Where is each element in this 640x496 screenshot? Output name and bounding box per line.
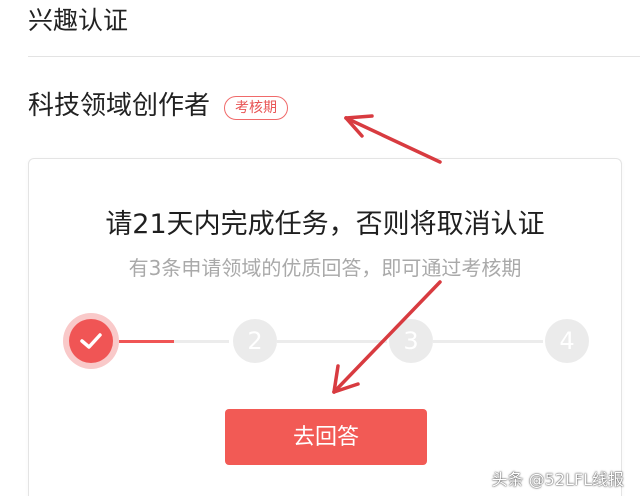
annotation-arrow-to-badge <box>344 114 442 164</box>
creator-row: 科技领域创作者 考核期 <box>28 88 289 124</box>
step-3: 3 <box>389 319 433 363</box>
task-card: 请21天内完成任务，否则将取消认证 有3条申请领域的优质回答，即可通过考核期 2… <box>28 158 622 496</box>
creator-title: 科技领域创作者 <box>28 91 211 121</box>
card-subtitle: 有3条申请领域的优质回答，即可通过考核期 <box>128 256 522 280</box>
status-badge: 考核期 <box>224 96 289 120</box>
progress-line-1 <box>119 340 229 343</box>
step-1-done <box>69 319 113 363</box>
progress-line-2 <box>277 340 387 343</box>
step-4: 4 <box>545 319 589 363</box>
progress-line-3 <box>433 340 543 343</box>
checkmark-icon <box>80 333 102 349</box>
watermark: 头条 @52LFL线报 <box>491 470 624 489</box>
progress-line-fill <box>119 340 174 343</box>
divider <box>28 56 640 57</box>
card-title: 请21天内完成任务，否则将取消认证 <box>105 209 545 240</box>
step-2: 2 <box>233 319 277 363</box>
section-title: 兴趣认证 <box>28 6 129 35</box>
answer-button[interactable]: 去回答 <box>225 409 427 465</box>
